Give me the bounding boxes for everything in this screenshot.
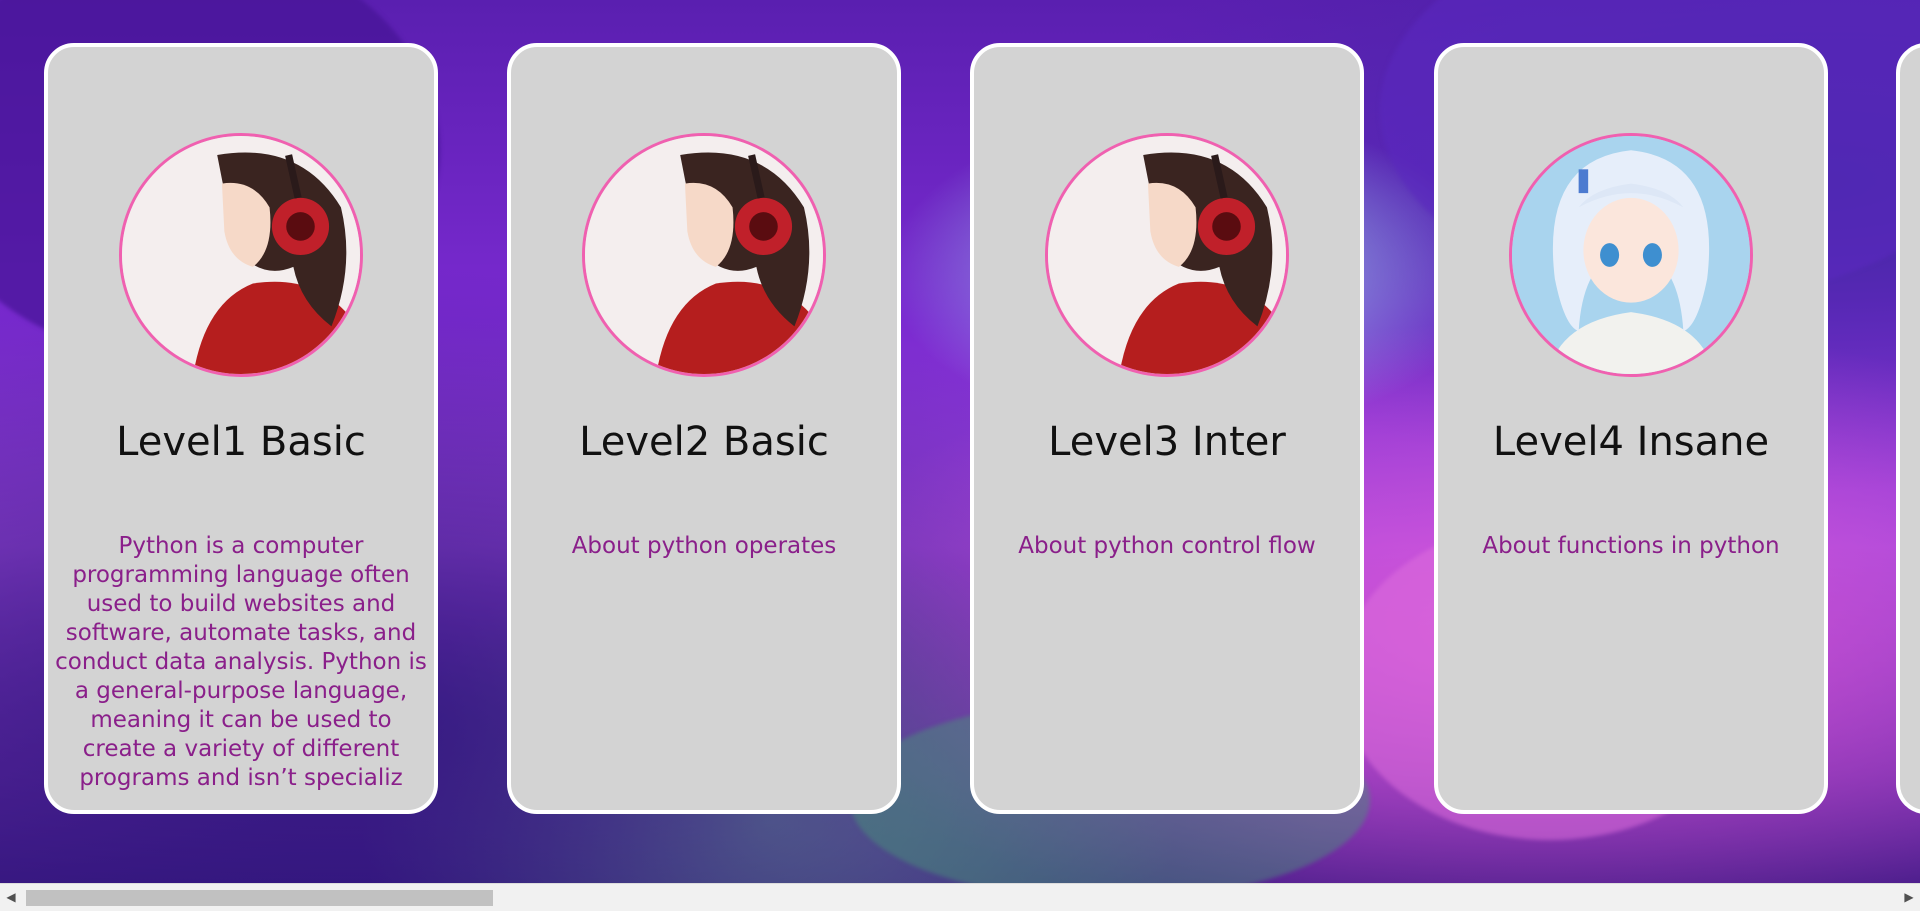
level-cards-row: Level1 Basic Python is a computer progra… [0, 0, 1920, 883]
card-description: About python operates [571, 533, 837, 559]
card-description: About functions in python [1482, 533, 1780, 559]
anime-girl-headphones-avatar [1045, 133, 1289, 377]
horizontal-scrollbar[interactable]: ◀ ▶ [0, 883, 1920, 911]
level-card-2[interactable]: Level2 Basic About python operates [507, 43, 901, 814]
card-description: Python is a computer programming languag… [55, 533, 427, 791]
level-card-3[interactable]: Level3 Inter About python control flow [970, 43, 1364, 814]
scrollbar-thumb[interactable] [26, 890, 493, 906]
card-title: Level3 Inter [1048, 419, 1286, 465]
scroll-right-arrow-icon[interactable]: ▶ [1898, 884, 1920, 911]
level-card-5-partial[interactable] [1896, 43, 1920, 814]
page-background: Level1 Basic Python is a computer progra… [0, 0, 1920, 911]
level-card-4[interactable]: Level4 Insane About functions in python [1434, 43, 1828, 814]
anime-girl-headphones-avatar [582, 133, 826, 377]
scroll-left-arrow-icon[interactable]: ◀ [0, 884, 22, 911]
level-card-1[interactable]: Level1 Basic Python is a computer progra… [44, 43, 438, 814]
anime-girl-white-hair-avatar [1509, 133, 1753, 377]
anime-girl-headphones-avatar [119, 133, 363, 377]
card-description: About python control flow [1018, 533, 1316, 559]
card-title: Level1 Basic [116, 419, 366, 465]
card-title: Level2 Basic [579, 419, 829, 465]
card-title: Level4 Insane [1492, 419, 1770, 465]
